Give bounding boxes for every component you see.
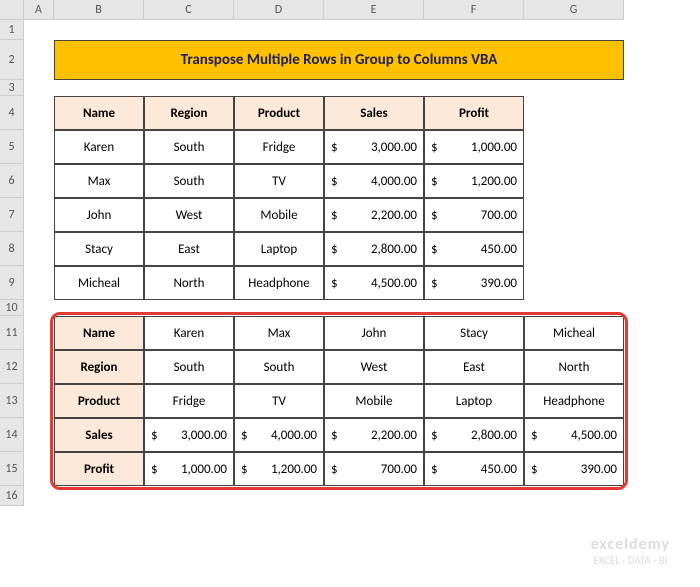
- t1-header-Name[interactable]: Name: [54, 96, 144, 130]
- t2-label-Product[interactable]: Product: [54, 384, 144, 418]
- row-header-12[interactable]: 12: [0, 350, 24, 384]
- col-header-G[interactable]: G: [524, 0, 624, 20]
- t2-label-Region[interactable]: Region: [54, 350, 144, 384]
- t2-Profit-2[interactable]: $700.00: [324, 452, 424, 486]
- t1-name[interactable]: Stacy: [54, 232, 144, 266]
- col-header-F[interactable]: F: [424, 0, 524, 20]
- t2-Profit-0[interactable]: $1,000.00: [144, 452, 234, 486]
- row-header-5[interactable]: 5: [0, 130, 24, 164]
- watermark-tag: EXCEL · DATA · BI: [591, 554, 670, 567]
- t1-header-Profit[interactable]: Profit: [424, 96, 524, 130]
- t1-name[interactable]: John: [54, 198, 144, 232]
- t2-Product-2[interactable]: Mobile: [324, 384, 424, 418]
- t1-profit[interactable]: $700.00: [424, 198, 524, 232]
- t1-profit[interactable]: $450.00: [424, 232, 524, 266]
- row-header-8[interactable]: 8: [0, 232, 24, 266]
- column-headers: ABCDEFG: [24, 0, 624, 20]
- t2-Region-4[interactable]: North: [524, 350, 624, 384]
- watermark-logo: exceldemy: [591, 535, 670, 554]
- t2-Sales-2[interactable]: $2,200.00: [324, 418, 424, 452]
- t2-Region-3[interactable]: East: [424, 350, 524, 384]
- t1-profit[interactable]: $1,000.00: [424, 130, 524, 164]
- t1-region[interactable]: South: [144, 130, 234, 164]
- t1-sales[interactable]: $3,000.00: [324, 130, 424, 164]
- col-header-B[interactable]: B: [54, 0, 144, 20]
- t1-sales[interactable]: $4,000.00: [324, 164, 424, 198]
- t1-name[interactable]: Max: [54, 164, 144, 198]
- row-header-6[interactable]: 6: [0, 164, 24, 198]
- t1-header-Region[interactable]: Region: [144, 96, 234, 130]
- t2-Profit-3[interactable]: $450.00: [424, 452, 524, 486]
- t1-header-Sales[interactable]: Sales: [324, 96, 424, 130]
- t1-product[interactable]: Mobile: [234, 198, 324, 232]
- t2-label-Name[interactable]: Name: [54, 316, 144, 350]
- row-header-13[interactable]: 13: [0, 384, 24, 418]
- t2-label-Sales[interactable]: Sales: [54, 418, 144, 452]
- t2-Product-3[interactable]: Laptop: [424, 384, 524, 418]
- t2-Region-0[interactable]: South: [144, 350, 234, 384]
- select-all-corner[interactable]: [0, 0, 24, 20]
- row-header-2[interactable]: 2: [0, 40, 24, 80]
- t2-Region-2[interactable]: West: [324, 350, 424, 384]
- t2-Name-3[interactable]: Stacy: [424, 316, 524, 350]
- t2-Sales-0[interactable]: $3,000.00: [144, 418, 234, 452]
- t1-region[interactable]: West: [144, 198, 234, 232]
- t1-product[interactable]: Laptop: [234, 232, 324, 266]
- t2-Name-4[interactable]: Micheal: [524, 316, 624, 350]
- t1-profit[interactable]: $390.00: [424, 266, 524, 300]
- col-header-A[interactable]: A: [24, 0, 54, 20]
- row-headers: 12345678910111213141516: [0, 20, 24, 506]
- col-header-E[interactable]: E: [324, 0, 424, 20]
- t2-Product-4[interactable]: Headphone: [524, 384, 624, 418]
- t1-product[interactable]: Fridge: [234, 130, 324, 164]
- t2-Name-0[interactable]: Karen: [144, 316, 234, 350]
- t2-Profit-4[interactable]: $390.00: [524, 452, 624, 486]
- t1-region[interactable]: South: [144, 164, 234, 198]
- t1-region[interactable]: East: [144, 232, 234, 266]
- t1-product[interactable]: TV: [234, 164, 324, 198]
- page-title[interactable]: Transpose Multiple Rows in Group to Colu…: [54, 40, 624, 80]
- t2-Name-2[interactable]: John: [324, 316, 424, 350]
- t1-sales[interactable]: $2,800.00: [324, 232, 424, 266]
- t2-label-Profit[interactable]: Profit: [54, 452, 144, 486]
- row-header-11[interactable]: 11: [0, 316, 24, 350]
- t2-Sales-3[interactable]: $2,800.00: [424, 418, 524, 452]
- t1-name[interactable]: Karen: [54, 130, 144, 164]
- watermark: exceldemy EXCEL · DATA · BI: [591, 535, 670, 567]
- t2-Name-1[interactable]: Max: [234, 316, 324, 350]
- t1-name[interactable]: Micheal: [54, 266, 144, 300]
- t1-profit[interactable]: $1,200.00: [424, 164, 524, 198]
- t2-Sales-1[interactable]: $4,000.00: [234, 418, 324, 452]
- t1-sales[interactable]: $4,500.00: [324, 266, 424, 300]
- row-header-1[interactable]: 1: [0, 20, 24, 40]
- t1-region[interactable]: North: [144, 266, 234, 300]
- t2-Product-0[interactable]: Fridge: [144, 384, 234, 418]
- row-header-7[interactable]: 7: [0, 198, 24, 232]
- t2-Sales-4[interactable]: $4,500.00: [524, 418, 624, 452]
- t1-sales[interactable]: $2,200.00: [324, 198, 424, 232]
- row-header-3[interactable]: 3: [0, 80, 24, 96]
- t2-Product-1[interactable]: TV: [234, 384, 324, 418]
- t2-Profit-1[interactable]: $1,200.00: [234, 452, 324, 486]
- col-header-C[interactable]: C: [144, 0, 234, 20]
- t2-Region-1[interactable]: South: [234, 350, 324, 384]
- t1-product[interactable]: Headphone: [234, 266, 324, 300]
- row-header-10[interactable]: 10: [0, 300, 24, 316]
- row-header-16[interactable]: 16: [0, 486, 24, 506]
- row-header-9[interactable]: 9: [0, 266, 24, 300]
- col-header-D[interactable]: D: [234, 0, 324, 20]
- row-header-14[interactable]: 14: [0, 418, 24, 452]
- row-header-4[interactable]: 4: [0, 96, 24, 130]
- t1-header-Product[interactable]: Product: [234, 96, 324, 130]
- row-header-15[interactable]: 15: [0, 452, 24, 486]
